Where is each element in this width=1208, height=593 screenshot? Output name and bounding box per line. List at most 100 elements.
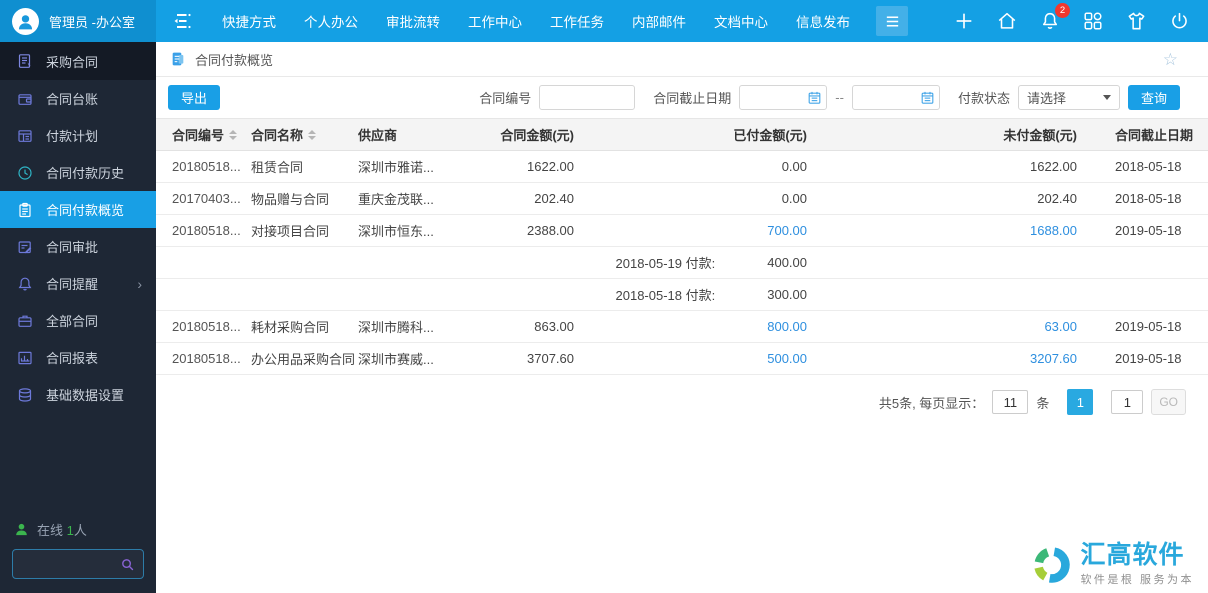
sidebar-item-label: 采购合同	[46, 54, 99, 70]
top-menu-item[interactable]: 内部邮件	[618, 0, 700, 42]
topbar: 管理员 -办公室 快捷方式 个人办公 审批流转 工作中心 工作任务 内部邮件 文档中心 信息发…	[0, 0, 1208, 42]
current-user[interactable]: 管理员 -办公室	[0, 0, 156, 42]
deadline-cell: 2019-05-18	[1115, 351, 1182, 366]
contract-no-cell: 20180518...	[172, 319, 241, 334]
online-label: 在线 1人	[37, 523, 87, 538]
menu-list-icon[interactable]	[170, 9, 194, 33]
apps-grid-icon[interactable]	[1082, 10, 1104, 32]
sidebar-search	[12, 549, 144, 579]
goto-page-input[interactable]	[1111, 390, 1144, 414]
supplier-cell: 深圳市恒东...	[358, 224, 434, 239]
main-content: 合同付款概览 ☆ 导出 合同编号 合同截止日期 -- 付款状态 请选择 查询 合…	[156, 42, 1208, 593]
vendor-logo-mark-icon	[1029, 542, 1075, 588]
paid-amount-cell: 0.00	[781, 191, 807, 206]
power-icon[interactable]	[1169, 11, 1190, 32]
total-records-label: 共5条, 每页显示：	[878, 395, 985, 411]
sort-icon[interactable]	[308, 129, 317, 140]
query-button[interactable]: 查询	[1127, 85, 1180, 110]
sidebar-item-ledger[interactable]: 合同台账	[0, 80, 156, 117]
top-menu-item[interactable]: 文档中心	[700, 0, 782, 42]
payment-sub-row: 2018-05-19 付款: 400.00	[156, 247, 1208, 279]
unpaid-amount-cell[interactable]: 1688.00	[815, 223, 1087, 238]
column-header: 未付金额(元)	[1003, 128, 1077, 143]
sidebar-search-input[interactable]	[13, 557, 120, 571]
unpaid-amount-cell[interactable]: 3207.60	[815, 351, 1087, 366]
contract-no-input[interactable]	[539, 85, 636, 110]
deadline-cell: 2018-05-18	[1115, 159, 1182, 174]
sidebar-item-overview-clipboard[interactable]: 合同付款概览	[0, 191, 156, 228]
supplier-cell: 深圳市雅诺...	[358, 160, 434, 175]
table-row: 20180518... 租赁合同 深圳市雅诺... 1622.00 0.00 1622.0…	[156, 151, 1208, 183]
payment-status-label: 付款状态	[957, 91, 1010, 106]
search-icon[interactable]	[120, 557, 135, 572]
top-menu-item[interactable]: 工作中心	[454, 0, 536, 42]
calendar-icon[interactable]	[920, 90, 935, 105]
top-menu-item[interactable]: 信息发布	[782, 0, 864, 42]
contract-amount-cell: 202.40	[534, 191, 574, 206]
favorite-star-icon[interactable]: ☆	[1163, 51, 1178, 68]
user-avatar-icon	[12, 7, 39, 35]
contract-no-label: 合同编号	[479, 91, 532, 106]
contract-amount-cell: 1622.00	[527, 159, 574, 174]
sidebar-item-label: 合同付款概览	[46, 203, 125, 218]
overview-clipboard-icon	[17, 202, 33, 218]
top-menu-item[interactable]: 审批流转	[372, 0, 454, 42]
sidebar-item-reminder-bell[interactable]: 合同提醒 ›	[0, 265, 156, 302]
export-button[interactable]: 导出	[168, 85, 221, 110]
approval-icon	[17, 239, 33, 255]
payment-detail-cell: 2018-05-18 付款: 300.00	[584, 285, 815, 304]
breadcrumb: 合同付款概览 ☆	[156, 42, 1208, 77]
deadline-cell: 2019-05-18	[1115, 319, 1182, 334]
sidebar-item-base-data[interactable]: 基础数据设置	[0, 376, 156, 413]
tshirt-icon[interactable]	[1125, 10, 1148, 33]
base-data-icon	[17, 387, 33, 403]
top-menu-item[interactable]: 快捷方式	[208, 0, 290, 42]
column-header: 供应商	[358, 128, 398, 143]
vendor-logo: 汇高软件 软件是根 服务为本	[1029, 542, 1194, 588]
report-chart-icon	[17, 350, 33, 366]
supplier-cell: 深圳市赛威...	[358, 352, 434, 367]
page-icon	[170, 51, 186, 67]
history-clock-icon	[17, 165, 33, 181]
add-icon[interactable]	[953, 10, 975, 32]
top-menu-item[interactable]: 工作任务	[536, 0, 618, 42]
current-page-button[interactable]: 1	[1067, 389, 1094, 415]
calendar-icon[interactable]	[807, 90, 822, 105]
table-row: 20180518... 耗材采购合同 深圳市腾科... 863.00 800.00 63.…	[156, 311, 1208, 343]
nav-collapse-icon[interactable]	[876, 6, 908, 36]
online-user-icon	[14, 522, 29, 537]
sidebar: 采购合同合同台账付款计划 合同付款历史合同付款概览合同审批 合同提醒 › 全部合同 合同报…	[0, 42, 156, 593]
sidebar-item-label: 合同台账	[46, 92, 99, 107]
unpaid-amount-cell: 202.40	[1037, 191, 1077, 206]
sidebar-item-payment-plan[interactable]: 付款计划	[0, 117, 156, 154]
paid-amount-cell[interactable]: 800.00	[584, 319, 815, 334]
contract-doc-icon	[17, 53, 33, 69]
online-status: 在线 1人	[0, 520, 156, 539]
paid-amount-cell[interactable]: 700.00	[584, 223, 815, 238]
go-button[interactable]: GO	[1151, 389, 1186, 415]
unpaid-amount-cell[interactable]: 63.00	[815, 319, 1087, 334]
sidebar-item-all-contracts[interactable]: 全部合同	[0, 302, 156, 339]
notifications-icon[interactable]: 2	[1039, 3, 1070, 32]
sidebar-item-history-clock[interactable]: 合同付款历史	[0, 154, 156, 191]
payment-status-select[interactable]: 请选择	[1017, 85, 1120, 110]
sidebar-item-contract-doc[interactable]: 采购合同	[0, 42, 156, 80]
table-row: 20180518... 办公用品采购合同 深圳市赛威... 3707.60 500.00…	[156, 343, 1208, 375]
column-header[interactable]: 合同编号	[172, 125, 251, 144]
sidebar-item-label: 合同提醒	[46, 277, 99, 292]
contract-no-cell: 20180518...	[172, 223, 241, 238]
top-menu-item[interactable]: 个人办公	[290, 0, 372, 42]
payment-plan-icon	[17, 128, 33, 144]
page-size-input[interactable]	[992, 390, 1029, 414]
home-icon[interactable]	[996, 10, 1018, 32]
column-header[interactable]: 合同名称	[251, 125, 358, 144]
contracts-table: 合同编号 合同名称 供应商 合同金额(元) 已付金额(元) 未付金额(元) 合同截止日期 2…	[156, 118, 1208, 375]
column-header: 合同截止日期	[1115, 128, 1194, 143]
sort-icon[interactable]	[229, 129, 238, 140]
sidebar-item-approval[interactable]: 合同审批	[0, 228, 156, 265]
column-header: 已付金额(元)	[733, 128, 807, 143]
paid-amount-cell[interactable]: 500.00	[584, 351, 815, 366]
sidebar-item-report-chart[interactable]: 合同报表	[0, 339, 156, 376]
deadline-cell: 2019-05-18	[1115, 223, 1182, 238]
payment-detail-cell: 2018-05-19 付款: 400.00	[584, 253, 815, 272]
